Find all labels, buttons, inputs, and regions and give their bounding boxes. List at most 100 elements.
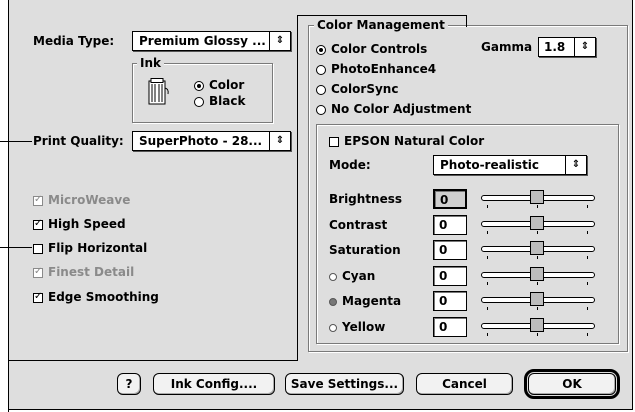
callout-line-print-quality <box>0 141 32 142</box>
adjustment-slider[interactable] <box>481 318 595 338</box>
adjustment-value-field[interactable]: 0 <box>433 189 467 209</box>
adjustment-slider[interactable] <box>481 267 595 287</box>
checkbox-high-speed[interactable]: High Speed <box>33 216 126 232</box>
flip-horizontal-label: Flip Horizontal <box>48 241 148 255</box>
help-button[interactable]: ? <box>117 373 141 395</box>
gamma-popup[interactable]: 1.8 ⇕ <box>538 37 596 57</box>
mode-popup[interactable]: Photo-realistic ⇕ <box>433 155 587 175</box>
save-settings-button[interactable]: Save Settings... <box>285 373 404 395</box>
slider-thumb[interactable] <box>530 292 544 306</box>
checkbox-edge-smoothing[interactable]: Edge Smoothing <box>33 289 159 305</box>
checkbox-icon <box>33 243 43 254</box>
adjustment-value-field[interactable]: 0 <box>433 215 467 235</box>
mode-label: Mode: <box>329 158 371 172</box>
adjustment-label-text: Saturation <box>329 243 401 257</box>
slider-tick <box>487 282 488 285</box>
checkbox-finest-detail: Finest Detail <box>33 264 134 280</box>
adjustment-value-field[interactable]: 0 <box>433 266 467 286</box>
adjustment-value: 0 <box>440 193 449 207</box>
adjustment-label-text: Magenta <box>342 294 402 308</box>
radio-photoenhance4[interactable]: PhotoEnhance4 <box>316 61 436 77</box>
adjustment-value-field[interactable]: 0 <box>433 291 467 311</box>
callout-line-checkboxes <box>0 247 32 248</box>
adjustment-slider[interactable] <box>481 241 595 261</box>
adjustment-slider[interactable] <box>481 292 595 312</box>
radio-icon <box>316 64 326 75</box>
adjustment-slider[interactable] <box>481 216 595 236</box>
checkbox-epson-natural-color[interactable]: EPSON Natural Color <box>329 133 484 149</box>
slider-tick <box>587 282 588 285</box>
filled-dot-icon <box>329 297 337 306</box>
media-type-label: Media Type: <box>33 34 115 48</box>
ok-button[interactable]: OK <box>524 369 620 399</box>
adjustment-label-text: Contrast <box>329 218 388 232</box>
radio-colorsync[interactable]: ColorSync <box>316 81 398 97</box>
adjustment-slider[interactable] <box>481 190 595 210</box>
no-color-adjustment-label: No Color Adjustment <box>331 102 472 116</box>
adjustment-label: Saturation <box>329 242 401 258</box>
slider-tick <box>537 231 538 234</box>
adjustment-label: Magenta <box>329 293 401 309</box>
radio-icon <box>194 96 204 107</box>
slider-tick <box>487 205 488 208</box>
help-icon: ? <box>125 377 133 391</box>
popup-arrows-icon: ⇕ <box>269 132 290 150</box>
adjustment-value: 0 <box>439 218 448 232</box>
adjustment-label: Brightness <box>329 191 402 207</box>
gamma-label: Gamma <box>481 40 533 54</box>
color-management-title: Color Management <box>314 18 448 32</box>
slider-thumb[interactable] <box>530 190 544 204</box>
print-quality-popup[interactable]: SuperPhoto - 28... ⇕ <box>132 131 291 151</box>
colorsync-label: ColorSync <box>331 82 399 96</box>
checkbox-flip-horizontal[interactable]: Flip Horizontal <box>33 240 147 256</box>
slider-tick <box>537 205 538 208</box>
slider-tick <box>587 307 588 310</box>
callout-line-bottom <box>8 360 9 412</box>
popup-arrows-icon: ⇕ <box>574 38 595 56</box>
microweave-label: MicroWeave <box>48 193 131 207</box>
adjustment-value: 0 <box>439 269 448 283</box>
adjustment-label: Cyan <box>329 268 375 284</box>
ink-config-button[interactable]: Ink Config.... <box>153 373 275 395</box>
slider-tick <box>537 307 538 310</box>
adjustment-value-field[interactable]: 0 <box>433 317 467 337</box>
callout-line-color-management <box>297 15 298 361</box>
slider-thumb[interactable] <box>530 216 544 230</box>
slider-thumb[interactable] <box>530 318 544 332</box>
popup-arrows-icon: ⇕ <box>565 156 586 174</box>
adjustment-value: 0 <box>439 320 448 334</box>
adjustment-value: 0 <box>439 294 448 308</box>
ink-group-title: Ink <box>137 56 164 70</box>
adjustment-value: 0 <box>439 243 448 257</box>
ink-black-radio[interactable]: Black <box>194 93 245 109</box>
ink-color-radio[interactable]: Color <box>194 77 244 93</box>
print-quality-value: SuperPhoto - 28... <box>139 134 263 148</box>
radio-color-controls[interactable]: Color Controls <box>316 41 427 57</box>
slider-tick <box>537 333 538 336</box>
adjustment-label: Contrast <box>329 217 387 233</box>
slider-thumb[interactable] <box>530 267 544 281</box>
checkbox-icon <box>33 193 43 207</box>
adjustment-label: Yellow <box>329 319 385 335</box>
radio-icon <box>316 44 326 55</box>
slider-thumb[interactable] <box>530 241 544 255</box>
finest-detail-label: Finest Detail <box>48 265 135 279</box>
checkbox-icon <box>33 290 43 304</box>
adjustment-label-text: Cyan <box>342 269 376 283</box>
radio-icon <box>194 80 204 91</box>
media-type-popup[interactable]: Premium Glossy ... ⇕ <box>132 31 291 51</box>
cancel-button[interactable]: Cancel <box>416 373 513 395</box>
adjustment-label-text: Yellow <box>342 320 386 334</box>
edge-smoothing-label: Edge Smoothing <box>48 290 159 304</box>
checkbox-microweave: MicroWeave <box>33 192 130 208</box>
popup-arrows-icon: ⇕ <box>269 32 290 50</box>
slider-tick <box>487 231 488 234</box>
high-speed-label: High Speed <box>48 217 126 231</box>
photoenhance4-label: PhotoEnhance4 <box>331 62 437 76</box>
hollow-dot-icon <box>329 272 337 281</box>
adjustment-value-field[interactable]: 0 <box>433 240 467 260</box>
radio-no-color-adjustment[interactable]: No Color Adjustment <box>316 101 471 117</box>
slider-tick <box>487 307 488 310</box>
print-dialog: Media Type: Premium Glossy ... ⇕ Ink Col… <box>8 0 633 410</box>
ink-cartridge-icon <box>146 78 170 106</box>
